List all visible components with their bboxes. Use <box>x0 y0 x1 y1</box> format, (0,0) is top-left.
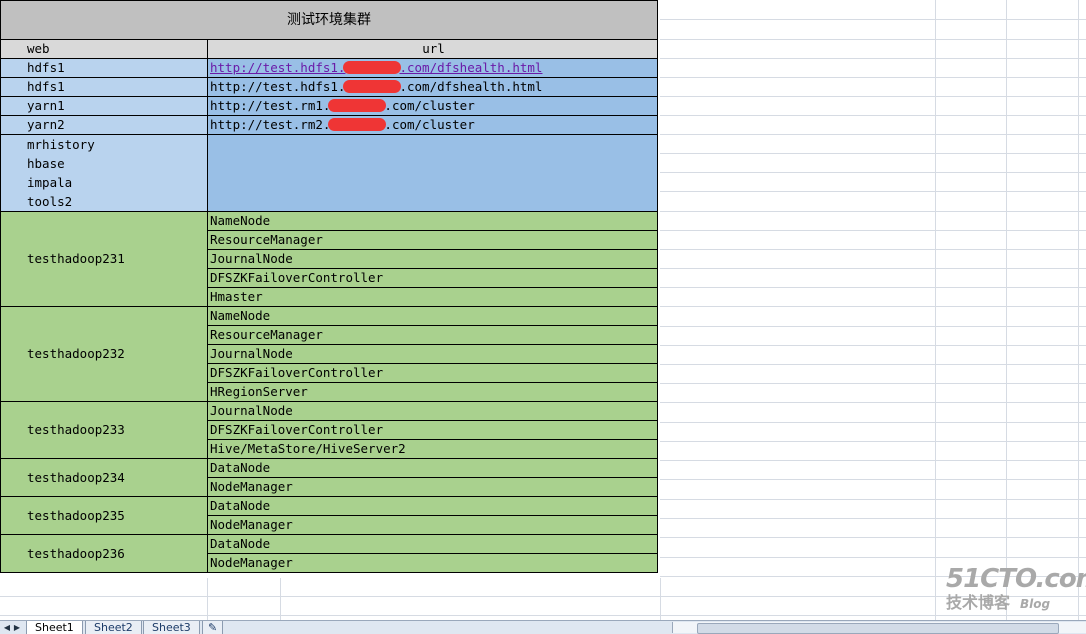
redaction-mark <box>328 99 387 112</box>
service-cell[interactable]: DataNode <box>207 496 658 516</box>
service-cell[interactable]: DFSZKFailoverController <box>207 363 658 383</box>
web-name-cell[interactable]: hdfs1 <box>0 77 208 97</box>
web-name-cell[interactable]: hdfs1 <box>0 58 208 78</box>
service-cell[interactable]: NodeManager <box>207 477 658 497</box>
web-name: hbase <box>27 156 65 171</box>
web-multi-cell[interactable]: mrhistory hbase impala tools2 <box>0 134 208 212</box>
cluster-table: 测试环境集群 web url hdfs1 http://test.hdfs1..… <box>0 0 658 573</box>
url-link[interactable]: http://test.hdfs1. .com/dfshealth.html <box>210 60 542 75</box>
host-name-cell[interactable]: testhadoop231 <box>0 211 208 307</box>
redaction-mark <box>343 80 402 93</box>
scrollbar-thumb[interactable] <box>697 623 1059 634</box>
service-cell[interactable]: Hmaster <box>207 287 658 307</box>
insert-sheet-icon[interactable]: ✎ <box>202 621 224 634</box>
url-cell[interactable]: http://test.hdfs1. .com/dfshealth.html <box>207 58 658 78</box>
host-name-cell[interactable]: testhadoop233 <box>0 401 208 459</box>
url-blank-cell[interactable] <box>207 134 658 212</box>
redaction-mark <box>343 61 402 74</box>
host-name-cell[interactable]: testhadoop236 <box>0 534 208 573</box>
header-url[interactable]: url <box>207 39 658 59</box>
url-cell[interactable]: http://test.hdfs1. .com/dfshealth.html <box>207 77 658 97</box>
web-name-cell[interactable]: yarn2 <box>0 115 208 135</box>
url-cell[interactable]: http://test.rm1. .com/cluster <box>207 96 658 116</box>
service-cell[interactable]: DFSZKFailoverController <box>207 268 658 288</box>
url-prefix: http://test.hdfs1. <box>210 79 346 94</box>
service-cell[interactable]: HRegionServer <box>207 382 658 402</box>
url-prefix: http://test.rm2. <box>210 117 331 132</box>
service-cell[interactable]: NameNode <box>207 306 658 326</box>
url-suffix: .com/dfshealth.html <box>399 60 543 75</box>
service-cell[interactable]: DFSZKFailoverController <box>207 420 658 440</box>
watermark-subtitle: 技术博客 Blog <box>946 593 1076 614</box>
web-name: mrhistory <box>27 137 95 152</box>
host-name-cell[interactable]: testhadoop235 <box>0 496 208 535</box>
service-cell[interactable]: ResourceManager <box>207 325 658 345</box>
service-cell[interactable]: ResourceManager <box>207 230 658 250</box>
service-cell[interactable]: DataNode <box>207 458 658 478</box>
horizontal-scrollbar[interactable] <box>672 622 1086 634</box>
tab-sheet2[interactable]: Sheet2 <box>85 621 142 634</box>
url-cell[interactable]: http://test.rm2. .com/cluster <box>207 115 658 135</box>
service-cell[interactable]: JournalNode <box>207 344 658 364</box>
url-suffix: .com/cluster <box>384 117 475 132</box>
watermark-sub-text: 技术博客 <box>946 593 1011 612</box>
host-name-cell[interactable]: testhadoop232 <box>0 306 208 402</box>
url-prefix: http://test.rm1. <box>210 98 331 113</box>
watermark-logo: 51CTO.com <box>946 564 1086 594</box>
redaction-mark <box>328 118 387 131</box>
tab-sheet1[interactable]: Sheet1 <box>26 621 83 634</box>
sheet-tab-bar: ◀ ▶ Sheet1 Sheet2 Sheet3 ✎ <box>0 620 1086 634</box>
web-name: impala <box>27 175 73 190</box>
web-name: tools2 <box>27 194 73 209</box>
host-name-cell[interactable]: testhadoop234 <box>0 458 208 497</box>
service-cell[interactable]: Hive/MetaStore/HiveServer2 <box>207 439 658 459</box>
url-prefix: http://test.hdfs1. <box>210 60 346 75</box>
service-cell[interactable]: NameNode <box>207 211 658 231</box>
service-cell[interactable]: DataNode <box>207 534 658 554</box>
watermark-blog: Blog <box>1020 597 1051 611</box>
web-name-cell[interactable]: yarn1 <box>0 96 208 116</box>
service-cell[interactable]: JournalNode <box>207 401 658 421</box>
service-cell[interactable]: JournalNode <box>207 249 658 269</box>
service-cell[interactable]: NodeManager <box>207 515 658 535</box>
url-suffix: .com/dfshealth.html <box>399 79 543 94</box>
header-web[interactable]: web <box>0 39 208 59</box>
tab-sheet3[interactable]: Sheet3 <box>143 621 200 634</box>
watermark: 51CTO.com 技术博客 Blog <box>946 564 1086 615</box>
table-title[interactable]: 测试环境集群 <box>0 0 658 40</box>
url-suffix: .com/cluster <box>384 98 475 113</box>
first-sheet-icon[interactable]: ◀ <box>2 622 12 633</box>
last-sheet-icon[interactable]: ▶ <box>12 622 22 633</box>
service-cell[interactable]: NodeManager <box>207 553 658 573</box>
